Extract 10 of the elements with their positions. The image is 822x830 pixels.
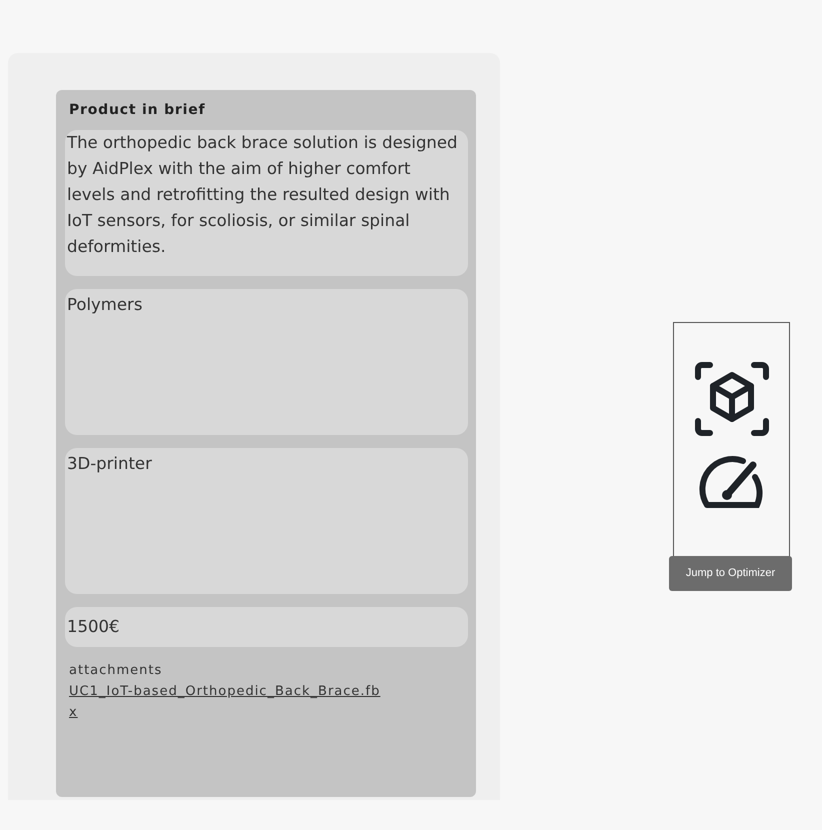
text-area-field[interactable]: Polymers [65,289,468,435]
attachment-link[interactable]: UC1_IoT-based_Orthopedic_Back_Brace.fbx [69,681,389,723]
card-title: Product in brief [69,101,206,120]
text-area-field[interactable]: 3D-printer [65,448,468,594]
cube-scan-icon [694,361,770,437]
description-field[interactable]: The orthopedic back brace solution is designed by AidPlex with the aim of higher comfort levels and retrofitting the resulted design with IoT sensors, for scoliosis, or similar spinal deformities. [65,130,468,276]
attachments-label: attachments [69,662,164,680]
price-field[interactable]: 1500€ [65,607,468,647]
model-view-button[interactable] [694,361,770,437]
tooltip: Jump to Optimizer [669,556,792,590]
